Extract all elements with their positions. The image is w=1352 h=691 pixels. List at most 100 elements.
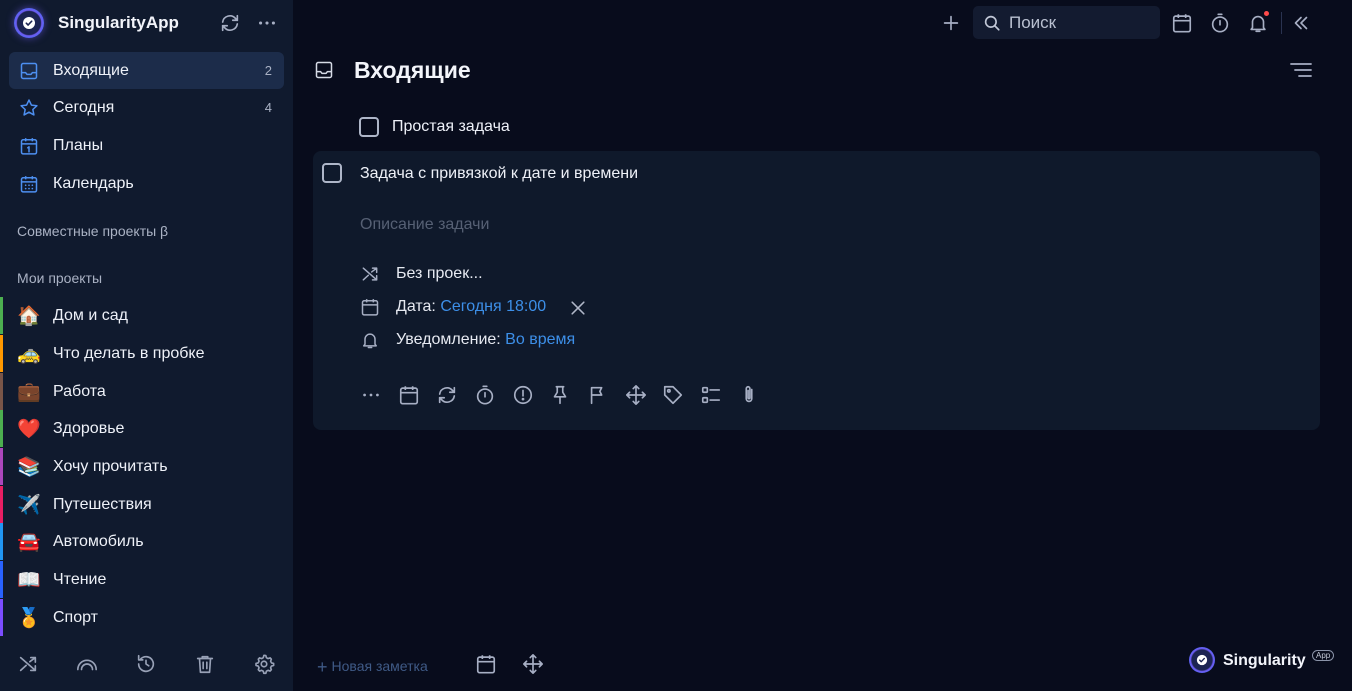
house-icon: 🏠 — [17, 305, 41, 327]
trash-icon[interactable] — [194, 653, 216, 675]
brand-name: Singularity — [1223, 652, 1306, 669]
move-icon[interactable] — [522, 653, 544, 675]
main-panel: Входящие Простая задача Задача с привязк… — [293, 0, 1352, 691]
project-label: Здоровье — [53, 420, 125, 437]
task-checkbox[interactable] — [359, 117, 379, 137]
my-projects-title[interactable]: Мои проекты — [17, 270, 102, 286]
sidebar-header: SingularityApp — [0, 0, 293, 46]
paperclip-icon[interactable] — [738, 384, 760, 406]
new-note-label: Новая заметка — [331, 658, 428, 674]
sidebar-item-label: Входящие — [53, 62, 129, 79]
calendar-icon[interactable] — [398, 384, 420, 406]
search-box[interactable] — [973, 6, 1160, 39]
shared-projects-title[interactable]: Совместные проекты β — [17, 223, 168, 239]
priority-icon[interactable] — [512, 384, 534, 406]
more-icon[interactable] — [360, 384, 382, 406]
task-notification-row[interactable]: Уведомление: Во время — [396, 331, 575, 349]
date-value-link[interactable]: Сегодня 18:00 — [440, 298, 546, 315]
search-icon — [983, 14, 1001, 32]
pin-icon[interactable] — [549, 384, 571, 406]
star-icon — [19, 98, 39, 118]
project-color-bar — [0, 599, 3, 636]
notification-value-link[interactable]: Во время — [505, 331, 575, 348]
project-label: Чтение — [53, 571, 107, 588]
sidebar-item-inbox[interactable]: Входящие 2 — [9, 52, 284, 89]
taxi-icon: 🚕 — [17, 343, 41, 365]
open-book-icon: 📖 — [17, 569, 41, 591]
project-item[interactable]: ❤️ Здоровье — [0, 410, 293, 447]
app-logo[interactable] — [14, 8, 44, 38]
project-label: Автомобиль — [53, 533, 144, 550]
project-item[interactable]: 🚘 Автомобиль — [0, 523, 293, 560]
project-color-bar — [0, 486, 3, 523]
task-title[interactable]: Задача с привязкой к дате и времени — [360, 165, 638, 183]
project-color-bar — [0, 410, 3, 447]
sidebar-item-plans[interactable]: Планы — [9, 127, 284, 164]
inbox-icon — [314, 60, 334, 80]
tag-icon[interactable] — [662, 384, 684, 406]
checklist-icon[interactable] — [700, 384, 722, 406]
task-title[interactable]: Простая задача — [392, 118, 510, 136]
project-color-bar — [0, 297, 3, 334]
inbox-icon — [19, 61, 39, 81]
app-title: SingularityApp — [58, 13, 179, 32]
project-item[interactable]: 📚 Хочу прочитать — [0, 448, 293, 485]
calendar-icon — [360, 297, 380, 317]
heart-icon: ❤️ — [17, 418, 41, 440]
app-logo-icon — [1189, 647, 1215, 673]
briefcase-icon: 💼 — [17, 381, 41, 403]
project-color-bar — [0, 523, 3, 560]
notification-dot — [1264, 11, 1269, 16]
task-description-field[interactable]: Описание задачи — [360, 216, 489, 234]
shuffle-icon — [360, 264, 380, 284]
project-label: Спорт — [53, 609, 98, 626]
gear-icon[interactable] — [253, 653, 275, 675]
project-item[interactable]: 🏠 Дом и сад — [0, 297, 293, 334]
brand-logo: Singularity App — [1189, 646, 1339, 676]
project-label: Хочу прочитать — [53, 458, 168, 475]
project-item[interactable]: ✈️ Путешествия — [0, 486, 293, 523]
plus-icon[interactable] — [940, 12, 962, 34]
repeat-icon[interactable] — [436, 384, 458, 406]
flag-icon[interactable] — [587, 384, 609, 406]
timer-icon[interactable] — [474, 384, 496, 406]
close-icon[interactable] — [568, 298, 588, 318]
sidebar-item-calendar[interactable]: Календарь — [9, 165, 284, 202]
project-color-bar — [0, 373, 3, 410]
sort-icon[interactable] — [1289, 60, 1313, 80]
bell-icon — [360, 330, 380, 350]
sidebar-item-label: Планы — [53, 137, 104, 154]
car-icon: 🚘 — [17, 531, 41, 553]
project-item[interactable]: 🏅 Спорт — [0, 599, 293, 636]
task-checkbox[interactable] — [322, 163, 342, 183]
calendar-icon[interactable] — [1171, 12, 1193, 34]
brand-badge: App — [1312, 650, 1335, 661]
books-icon: 📚 — [17, 456, 41, 478]
calendar-icon[interactable] — [475, 653, 497, 675]
project-color-bar — [0, 448, 3, 485]
medal-icon: 🏅 — [17, 607, 41, 629]
sync-icon[interactable] — [219, 12, 241, 34]
sidebar-item-today[interactable]: Сегодня 4 — [9, 89, 284, 126]
task-project[interactable]: Без проек... — [396, 265, 483, 283]
plus-icon: + — [317, 657, 328, 677]
project-color-bar — [0, 561, 3, 598]
more-icon[interactable] — [256, 12, 278, 34]
project-item[interactable]: 🚕 Что делать в пробке — [0, 335, 293, 372]
new-note-button[interactable]: + Новая заметка — [317, 655, 428, 677]
sidebar: SingularityApp Входящие 2 Сегодня 4 План… — [0, 0, 293, 691]
calendar-day-icon — [19, 136, 39, 156]
project-color-bar — [0, 335, 3, 372]
task-date-row[interactable]: Дата: Сегодня 18:00 — [396, 298, 546, 316]
timer-icon[interactable] — [1209, 12, 1231, 34]
rainbow-icon[interactable] — [76, 653, 98, 675]
calendar-grid-icon — [19, 174, 39, 194]
airplane-icon: ✈️ — [17, 494, 41, 516]
collapse-panel-icon[interactable] — [1290, 12, 1312, 34]
history-icon[interactable] — [135, 653, 157, 675]
move-icon[interactable] — [625, 384, 647, 406]
project-item[interactable]: 💼 Работа — [0, 373, 293, 410]
shuffle-icon[interactable] — [17, 653, 39, 675]
project-item[interactable]: 📖 Чтение — [0, 561, 293, 598]
search-input[interactable] — [1009, 12, 1149, 34]
